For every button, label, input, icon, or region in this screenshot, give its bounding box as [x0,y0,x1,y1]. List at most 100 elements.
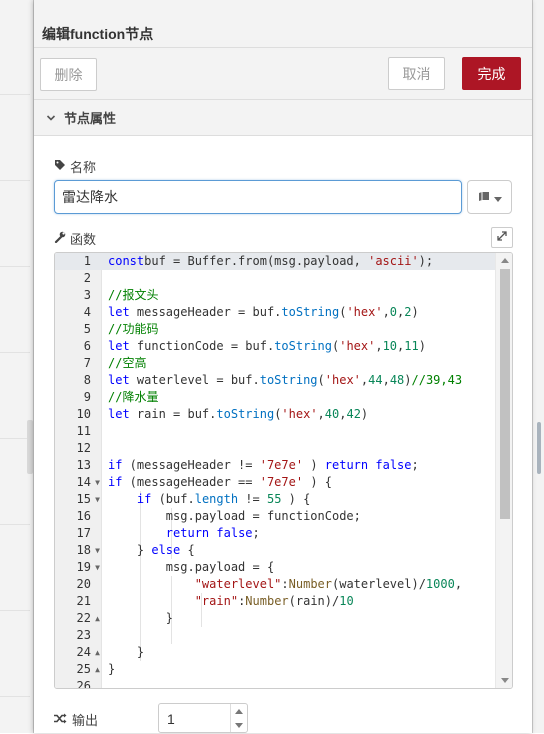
code-text: //功能码 [108,322,159,336]
scroll-up-arrow[interactable] [501,258,509,263]
shuffle-icon [54,712,67,727]
line-number: 19 [76,560,91,574]
line-number: 23 [76,628,91,642]
line-number: 16 [76,509,91,523]
code-text: "waterlevel":Number(waterlevel)/1000, [194,577,463,591]
code-text: constbuf = Buffer.from(msg.payload, 'asc… [108,254,434,268]
delete-button[interactable]: 删除 [40,58,97,91]
scroll-down-arrow[interactable] [501,678,509,683]
code-line[interactable]: 22 ▲ } [55,610,495,627]
line-number: 6 [83,339,91,353]
tray-title: 编辑function节点 [42,26,154,42]
code-content[interactable]: 1 constbuf = Buffer.from(msg.payload, 'as… [55,253,495,689]
code-line[interactable]: 6 let functionCode = buf.toString('hex',1… [55,338,495,355]
code-text: if (messageHeader == '7e7e' ) { [108,475,332,489]
outputs-spinner[interactable] [230,704,247,732]
code-line[interactable]: 12 [55,440,495,457]
line-number: 11 [76,424,91,438]
code-line[interactable]: 15 ▼ if (buf.length != 55 ) { [55,491,495,508]
line-number: 18 [76,543,91,557]
caret-down-icon [493,190,502,205]
line-number: 21 [76,594,91,608]
fold-open-icon[interactable]: ▼ [93,474,102,491]
code-line[interactable]: 3 //报文头 [55,287,495,304]
line-number: 12 [76,441,91,455]
cancel-button[interactable]: 取消 [388,57,445,90]
code-line[interactable]: 11 [55,423,495,440]
function-label-text: 函数 [70,232,97,247]
code-line[interactable]: 17 return false; [55,525,495,542]
code-line[interactable]: 9 //降水量 [55,389,495,406]
code-text: //报文头 [108,288,159,302]
code-line[interactable]: 24 ▲ } [55,644,495,661]
line-number: 9 [83,390,91,404]
code-line[interactable]: 13 if (messageHeader != '7e7e' ) return f… [55,457,495,474]
done-button[interactable]: 完成 [462,57,521,90]
code-text: let waterlevel = buf.toString('hex',44,4… [108,373,463,387]
line-number: 14 [76,475,91,489]
fold-open-icon[interactable]: ▼ [93,491,102,508]
fold-close-icon[interactable]: ▲ [93,610,102,627]
node-properties-section[interactable]: 节点属性 [34,100,532,136]
code-line[interactable]: 5 //功能码 [55,321,495,338]
library-button[interactable] [467,180,512,214]
code-line[interactable]: 25 ▲} [55,661,495,678]
code-text: let rain = buf.toString('hex',40,42) [108,407,369,421]
code-line[interactable]: 21 "rain":Number(rain)/10 [55,593,495,610]
code-line[interactable]: 4 let messageHeader = buf.toString('hex',… [55,304,495,321]
tag-icon [54,159,66,174]
code-line[interactable]: 19 ▼ msg.payload = { [55,559,495,576]
code-text: if (messageHeader != '7e7e' ) return fal… [108,458,419,472]
function-label: 函数 [54,229,96,248]
line-number: 8 [83,373,91,387]
edit-tray: 编辑function节点 删除 取消 完成 节点属性 名称 雷达降水 函数 1 … [34,0,532,733]
tray-resize-handle[interactable] [27,420,33,474]
sidebar-edge [532,0,544,733]
code-text: //降水量 [108,390,159,404]
spinner-up-icon[interactable] [235,709,243,714]
name-label: 名称 [54,157,96,176]
fold-open-icon[interactable]: ▼ [93,559,102,576]
code-line[interactable]: 20 "waterlevel":Number(waterlevel)/1000, [55,576,495,593]
wrench-icon [54,231,66,246]
code-text: "rain":Number(rain)/10 [194,594,354,608]
fold-close-icon[interactable]: ▲ [93,644,102,661]
name-label-text: 名称 [70,160,97,175]
code-text: let messageHeader = buf.toString('hex',0… [108,305,419,319]
code-line[interactable]: 8 let waterlevel = buf.toString('hex',44,… [55,372,495,389]
scroll-thumb[interactable] [500,269,510,519]
workspace-background-left [0,0,34,733]
chevron-down-icon [46,113,56,123]
outputs-label: 输出 [54,710,98,729]
code-line[interactable]: 23 [55,627,495,644]
sidebar-drag-handle[interactable] [537,422,541,474]
spinner-down-icon[interactable] [235,723,243,728]
code-line[interactable]: 7 //空高 [55,355,495,372]
code-line[interactable]: 14 ▼ if (messageHeader == '7e7e' ) { [55,474,495,491]
fold-close-icon[interactable]: ▲ [93,661,102,678]
code-line[interactable]: 26 [55,678,495,689]
tray-header: 编辑function节点 [34,0,532,48]
code-text: } [108,662,116,676]
line-number: 24 [76,645,91,659]
code-line[interactable]: 16 msg.payload = functionCode; [55,508,495,525]
fold-open-icon[interactable]: ▼ [93,542,102,559]
line-number: 25 [76,662,91,676]
name-input[interactable]: 雷达降水 [54,180,462,214]
line-number: 22 [76,611,91,625]
code-text: msg.payload = { [108,560,275,574]
line-number: 2 [83,271,91,285]
code-text: let functionCode = buf.toString('hex',10… [108,339,426,353]
code-line[interactable]: 18 ▼ } else { [55,542,495,559]
editor-scrollbar[interactable] [495,253,512,688]
expand-editor-button[interactable] [491,227,513,248]
line-number: 1 [83,254,91,268]
line-number: 26 [76,679,91,689]
code-text: msg.payload = functionCode; [108,509,361,523]
tray-toolbar: 删除 取消 完成 [34,48,532,100]
code-line[interactable]: 1 constbuf = Buffer.from(msg.payload, 'as… [55,253,495,270]
line-number: 13 [76,458,91,472]
code-line[interactable]: 2 [55,270,495,287]
code-editor[interactable]: 1 constbuf = Buffer.from(msg.payload, 'as… [54,252,513,689]
code-line[interactable]: 10 let rain = buf.toString('hex',40,42) [55,406,495,423]
